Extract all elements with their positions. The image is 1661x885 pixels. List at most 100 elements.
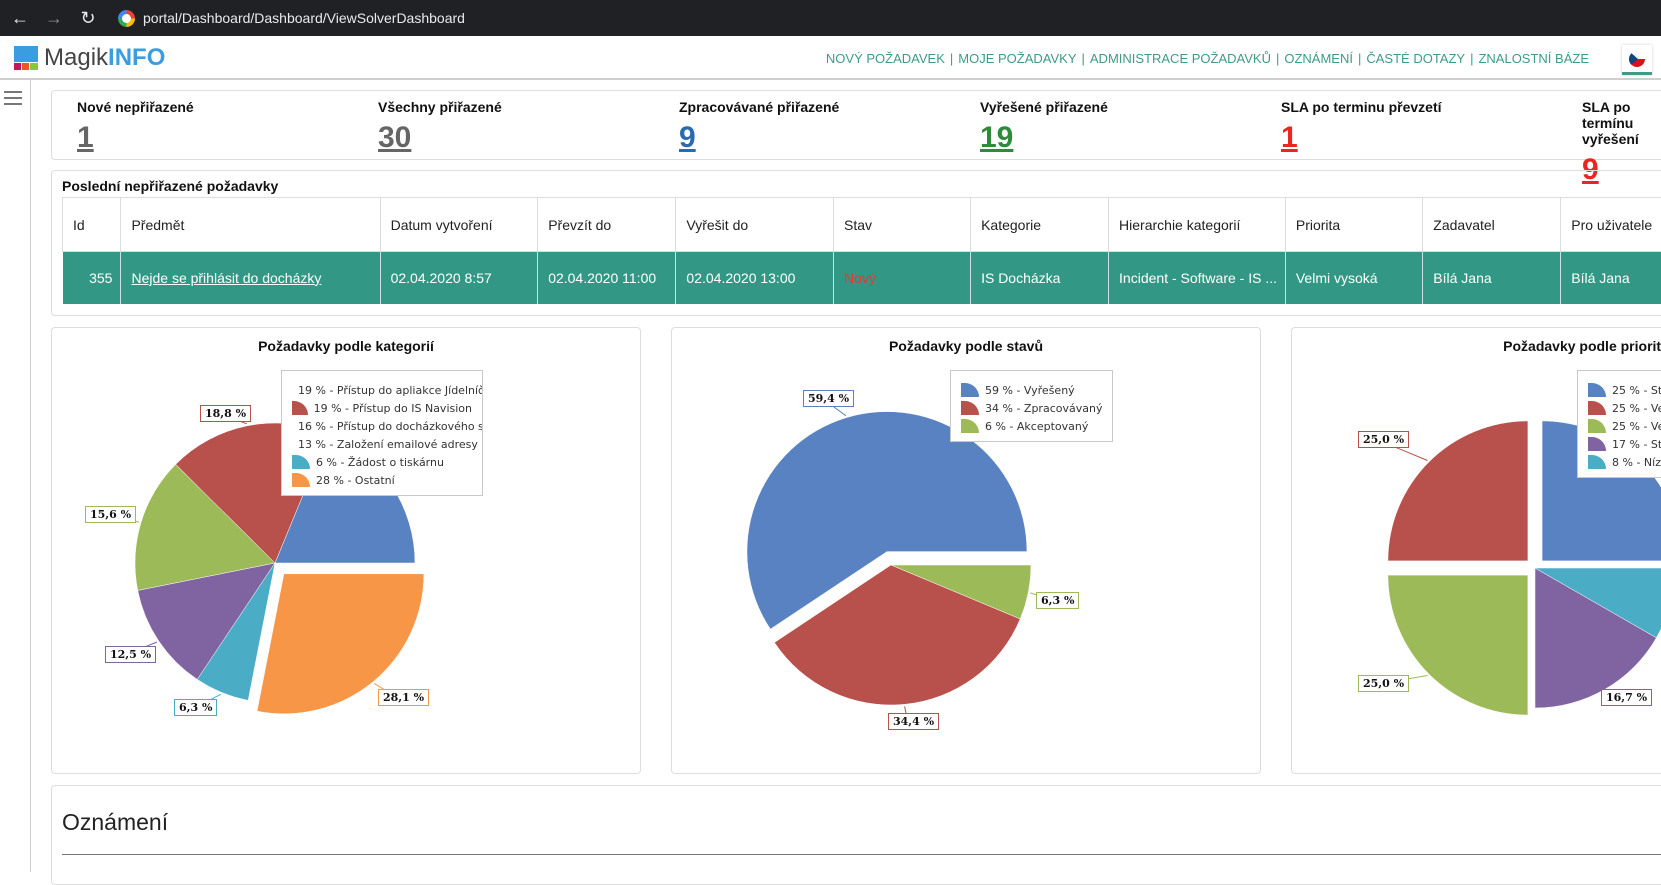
stat-label: SLA po termínu vyřešení [1582,99,1661,147]
cell-requester: Bílá Jana [1423,252,1561,304]
pie-slice-3[interactable] [1388,575,1528,715]
legend-item[interactable]: 19 % - Přístup do apliakce Jídelníč [292,381,472,399]
logo-icon [14,46,38,70]
legend-item[interactable]: 8 % - Nízka [1588,453,1661,471]
legend-label: 17 % - Stře [1612,438,1661,451]
legend-swatch [961,401,979,415]
cell-resolve-by: 02.04.2020 13:00 [676,252,834,304]
legend-label: 34 % - Zpracovávaný [985,402,1102,415]
legend-item[interactable]: 59 % - Vyřešený [961,381,1102,399]
stat-processing-assigned: Zpracovávané přiřazené 9 [679,99,839,155]
col-priority[interactable]: Priorita [1285,198,1422,252]
stat-value-link[interactable]: 30 [378,121,411,155]
col-resolve-by[interactable]: Vyřešit do [676,198,834,252]
nav-announcements[interactable]: OZNÁMENÍ [1284,51,1353,66]
data-label: 18,8 % [200,405,251,422]
cell-takeover-by: 02.04.2020 11:00 [538,252,676,304]
col-id[interactable]: Id [63,198,121,252]
cell-for-user: Bílá Jana [1561,252,1661,304]
stat-value-link[interactable]: 9 [679,121,696,155]
czech-flag-icon [1629,51,1645,67]
legend-item[interactable]: 25 % - Velm [1588,399,1661,417]
col-for-user[interactable]: Pro uživatele [1561,198,1661,252]
stat-label: Všechny přiřazené [378,99,502,115]
stats-panel: Nové nepřiřazené 1 Všechny přiřazené 30 … [51,90,1661,160]
stat-resolved-assigned: Vyřešené přiřazené 19 [980,99,1108,155]
col-subject[interactable]: Předmět [121,198,380,252]
chart-by-status: Požadavky podle stavů 59,4 %34,4 %6,3 %5… [671,327,1261,774]
data-label: 6,3 % [1036,592,1079,609]
stat-label: Nové nepřiřazené [77,99,194,115]
browser-toolbar: ← → ↻ portal/Dashboard/Dashboard/ViewSol… [0,0,1661,36]
chart-by-priority: Požadavky podle priority 25,0 %25,0 %16,… [1291,327,1661,774]
language-switcher[interactable] [1622,45,1652,75]
url-text[interactable]: portal/Dashboard/Dashboard/ViewSolverDas… [143,10,465,26]
stat-value-link[interactable]: 1 [77,121,94,155]
legend-swatch [1588,419,1606,433]
col-takeover-by[interactable]: Převzít do [538,198,676,252]
chart-legend: 25 % - Stre 25 % - Velm 25 % - Veľn 17 % - … [1577,370,1661,478]
legend-swatch [961,383,979,397]
legend-item[interactable]: 16 % - Přístup do docházkového s [292,417,472,435]
recent-requests-card: Poslední nepřiřazené požadavky Id Předmě… [51,170,1661,316]
data-label: 12,5 % [105,646,156,663]
col-requester[interactable]: Zadavatel [1423,198,1561,252]
forward-arrow-icon[interactable]: → [40,4,68,32]
legend-label: 16 % - Přístup do docházkového s [298,420,483,433]
legend-item[interactable]: 25 % - Stre [1588,381,1661,399]
hamburger-menu-icon[interactable] [4,91,22,109]
legend-label: 28 % - Ostatní [316,474,395,487]
col-created[interactable]: Datum vytvoření [380,198,538,252]
stat-sla-takeover: SLA po terminu převzetí 1 [1281,99,1442,155]
recent-requests-table: Id Předmět Datum vytvoření Převzít do Vy… [62,197,1661,304]
legend-item[interactable]: 17 % - Stře [1588,435,1661,453]
data-label: 25,0 % [1358,675,1409,692]
col-category-hierarchy[interactable]: Hierarchie kategorií [1109,198,1286,252]
address-bar[interactable]: portal/Dashboard/Dashboard/ViewSolverDas… [112,4,1652,32]
logo-text-magik: Magik [44,44,108,72]
stat-label: Zpracovávané přiřazené [679,99,839,115]
legend-item[interactable]: 6 % - Žádost o tiskárnu [292,453,472,471]
nav-separator: | [950,51,953,66]
recent-requests-title: Poslední nepřiřazené požadavky [62,178,278,194]
legend-item[interactable]: 34 % - Zpracovávaný [961,399,1102,417]
logo-text-info: INFO [108,44,165,72]
legend-item[interactable]: 6 % - Akceptovaný [961,417,1102,435]
nav-my-requests[interactable]: MOJE POŽADAVKY [958,51,1076,66]
legend-swatch [1588,437,1606,451]
sidebar [0,80,31,872]
nav-knowledge-base[interactable]: ZNALOSTNÍ BÁZE [1478,51,1589,66]
stat-label: SLA po terminu převzetí [1281,99,1442,115]
stat-label: Vyřešené přiřazené [980,99,1108,115]
legend-swatch [1588,401,1606,415]
legend-label: 19 % - Přístup do apliakce Jídelníč [298,384,483,397]
cell-created: 02.04.2020 8:57 [380,252,538,304]
nav-separator: | [1082,51,1085,66]
logo[interactable]: MagikINFO [14,44,165,72]
legend-item[interactable]: 25 % - Veľn [1588,417,1661,435]
col-status[interactable]: Stav [834,198,971,252]
legend-label: 25 % - Stre [1612,384,1661,397]
nav-separator: | [1358,51,1361,66]
reload-icon[interactable]: ↻ [74,4,102,32]
nav-separator: | [1276,51,1279,66]
nav-faq[interactable]: ČASTÉ DOTAZY [1366,51,1465,66]
divider [62,854,1661,855]
legend-label: 6 % - Žádost o tiskárnu [316,456,444,469]
stat-value-link[interactable]: 19 [980,121,1013,155]
legend-swatch [1588,383,1606,397]
legend-label: 25 % - Veľn [1612,420,1661,433]
legend-item[interactable]: 28 % - Ostatní [292,471,472,489]
nav-separator: | [1470,51,1473,66]
stat-value-link[interactable]: 1 [1281,121,1298,155]
legend-swatch [292,455,310,469]
nav-request-admin[interactable]: ADMINISTRACE POŽADAVKŮ [1090,51,1271,66]
legend-item[interactable]: 19 % - Přístup do IS Navision [292,399,472,417]
nav-new-request[interactable]: NOVÝ POŽADAVEK [826,51,945,66]
back-arrow-icon[interactable]: ← [6,4,34,32]
table-row[interactable]: 355 Nejde se přihlásit do docházky 02.04… [63,252,1661,304]
request-subject-link[interactable]: Nejde se přihlásit do docházky [131,270,321,286]
stat-new-unassigned: Nové nepřiřazené 1 [77,99,194,155]
col-category[interactable]: Kategorie [971,198,1109,252]
legend-item[interactable]: 13 % - Založení emailové adresy [292,435,472,453]
